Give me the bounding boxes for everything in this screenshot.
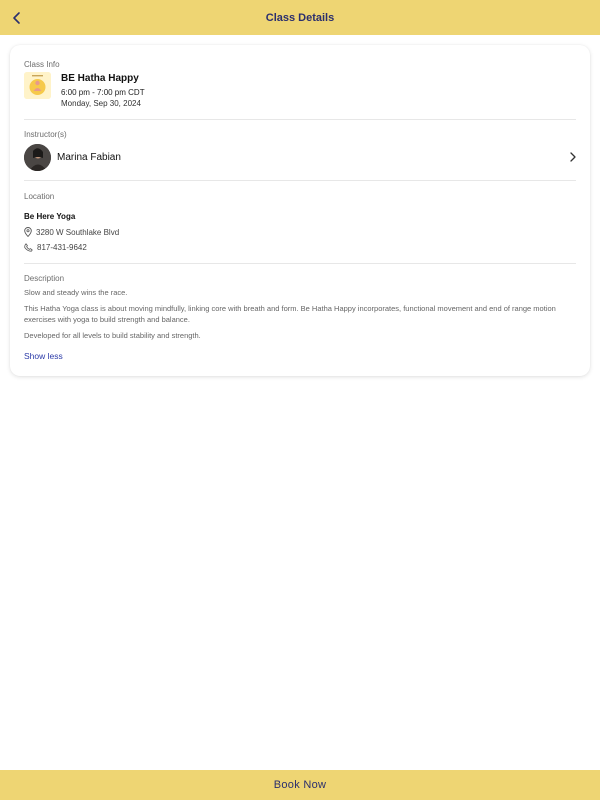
- instructor-name: Marina Fabian: [57, 151, 121, 163]
- book-now-button[interactable]: Book Now: [0, 770, 600, 800]
- description-line: Slow and steady wins the race.: [24, 288, 128, 297]
- location-label: Location: [24, 192, 55, 201]
- address-text: 3280 W Southlake Blvd: [36, 227, 120, 237]
- description-paragraph: This Hatha Yoga class is about moving mi…: [24, 304, 556, 324]
- yoga-figure-icon: [24, 72, 51, 99]
- class-title: BE Hatha Happy: [61, 73, 139, 84]
- person-icon: [24, 143, 51, 171]
- phone-text: 817-431-9642: [37, 243, 87, 252]
- instructors-label: Instructor(s): [24, 130, 67, 139]
- phone-icon: [24, 243, 33, 252]
- address-row: 3280 W Southlake Blvd: [24, 227, 119, 237]
- avatar: [24, 143, 51, 171]
- class-date: Monday, Sep 30, 2024: [61, 99, 141, 108]
- class-details-card: Class Info BE Hatha Happy 6:00 pm - 7:00…: [10, 45, 590, 376]
- instructor-item[interactable]: Marina Fabian: [24, 143, 578, 171]
- class-info-label: Class Info: [24, 60, 60, 69]
- back-button[interactable]: [6, 7, 28, 29]
- show-less-link[interactable]: Show less: [24, 351, 63, 361]
- map-pin-icon: [24, 227, 32, 237]
- phone-row[interactable]: 817-431-9642: [24, 243, 87, 252]
- description-line: Developed for all levels to build stabil…: [24, 331, 201, 340]
- divider: [24, 180, 576, 181]
- chevron-left-icon: [13, 12, 20, 24]
- class-thumbnail: [24, 72, 51, 99]
- page-title: Class Details: [265, 11, 335, 24]
- divider: [24, 119, 576, 120]
- description-label: Description: [24, 274, 65, 283]
- top-bar: Class Details: [0, 0, 600, 35]
- class-time: 6:00 pm - 7:00 pm CDT: [61, 88, 145, 97]
- location-name: Be Here Yoga: [24, 212, 76, 221]
- chevron-right-icon: [570, 152, 576, 162]
- divider: [24, 263, 576, 264]
